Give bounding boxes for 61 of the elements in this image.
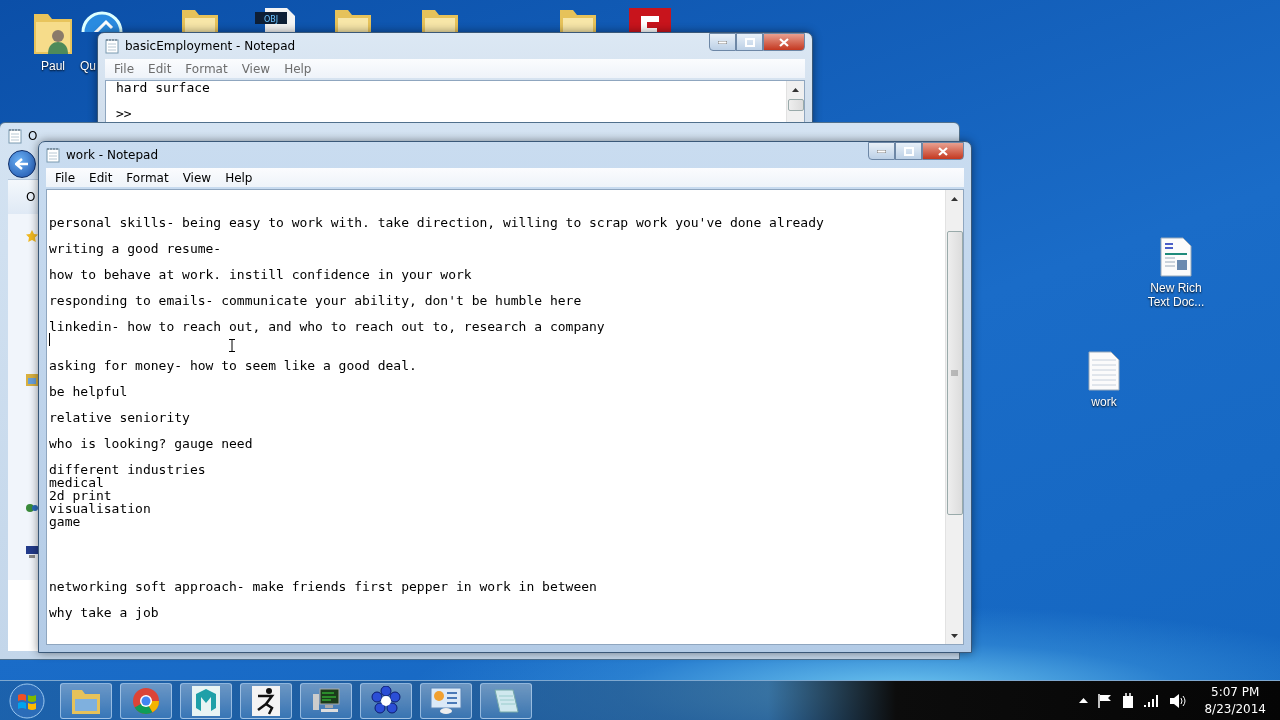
scroll-up-icon[interactable] xyxy=(792,87,799,92)
window-icon xyxy=(8,128,22,144)
menu-item[interactable]: Format xyxy=(119,170,176,185)
scroll-down-icon[interactable] xyxy=(951,633,958,638)
minimize-icon xyxy=(877,149,886,153)
scrollbar-thumb[interactable] xyxy=(946,231,963,515)
scroll-up-icon[interactable] xyxy=(951,196,958,201)
notepad-text: personal skills- being easy to work with. take direction, willing to scrap work you've done already writing a good resume- how to behave at work. instill confidence in your work responding to emails- communicate your ability, don't be humble here linkedin- how to reach out, and who to reach out to, research a company xyxy=(49,216,824,333)
text-file-icon xyxy=(1087,350,1121,392)
window-title: work - Notepad xyxy=(66,148,158,162)
window-title: O xyxy=(28,129,38,143)
signal-icon[interactable] xyxy=(1144,694,1161,707)
toolbar-button[interactable]: O xyxy=(26,190,36,204)
minimize-icon xyxy=(718,40,727,44)
taskbar-button[interactable] xyxy=(360,682,412,719)
m-logo-icon xyxy=(192,685,220,716)
star-icon xyxy=(26,230,38,242)
text-caret xyxy=(49,333,50,346)
menu-item[interactable]: Edit xyxy=(82,170,120,185)
flag-icon[interactable] xyxy=(1098,693,1113,708)
maximize-button[interactable] xyxy=(895,142,922,160)
close-icon xyxy=(938,146,948,156)
menu-item[interactable]: File xyxy=(48,170,83,185)
flower-icon xyxy=(371,685,401,716)
desktop-icon-label[interactable]: New Rich Text Doc... xyxy=(1138,281,1214,309)
power-plug-icon[interactable] xyxy=(1122,693,1135,708)
control-panel-icon xyxy=(430,686,462,715)
windows-orb-icon xyxy=(8,681,46,720)
window-title: basicEmployment - Notepad xyxy=(125,39,296,53)
maximize-icon xyxy=(744,37,755,47)
menu-item[interactable]: Help xyxy=(218,170,260,185)
desktop-icon-label[interactable]: Paul xyxy=(41,59,65,73)
running-figure-icon xyxy=(252,685,280,716)
back-arrow-icon xyxy=(15,158,29,170)
back-button[interactable] xyxy=(8,150,36,178)
text-line: hard surface xyxy=(116,81,210,97)
app-logo-icon xyxy=(627,6,673,32)
taskbar-button[interactable] xyxy=(240,682,292,719)
notepad-icon xyxy=(105,38,119,54)
maximize-icon xyxy=(903,146,914,156)
close-icon xyxy=(779,37,789,47)
colored-circle-icon xyxy=(132,686,160,715)
desktop-icon-label[interactable]: Qu xyxy=(80,59,96,73)
text-cursor-icon xyxy=(229,339,235,352)
notepad-icon xyxy=(46,147,60,163)
minimize-button[interactable] xyxy=(868,142,895,160)
clock[interactable]: 5:07 PM 8/23/2014 xyxy=(1204,683,1266,718)
volume-icon[interactable] xyxy=(1170,693,1187,708)
scrollbar-thumb[interactable] xyxy=(787,99,804,111)
text-line: >> xyxy=(116,105,132,123)
document-icon xyxy=(1159,236,1193,278)
notepad-text: asking for money- how to seem like a good deal. be helpful relative seniority who is looking? gauge need different industries medical 2d print visualisation game networking soft approach- make friends first pepper in work in between why take a job xyxy=(49,357,597,619)
show-hidden-icons-icon[interactable] xyxy=(1079,698,1089,703)
menu-item[interactable]: View xyxy=(175,170,219,185)
desktop-icon-label[interactable]: work xyxy=(1091,395,1117,409)
taskbar-button[interactable] xyxy=(300,682,352,719)
start-button[interactable] xyxy=(6,681,48,720)
computer-icon xyxy=(311,686,341,715)
close-button[interactable] xyxy=(922,142,964,160)
computer-icon xyxy=(26,546,38,558)
grip-icon xyxy=(951,370,958,376)
